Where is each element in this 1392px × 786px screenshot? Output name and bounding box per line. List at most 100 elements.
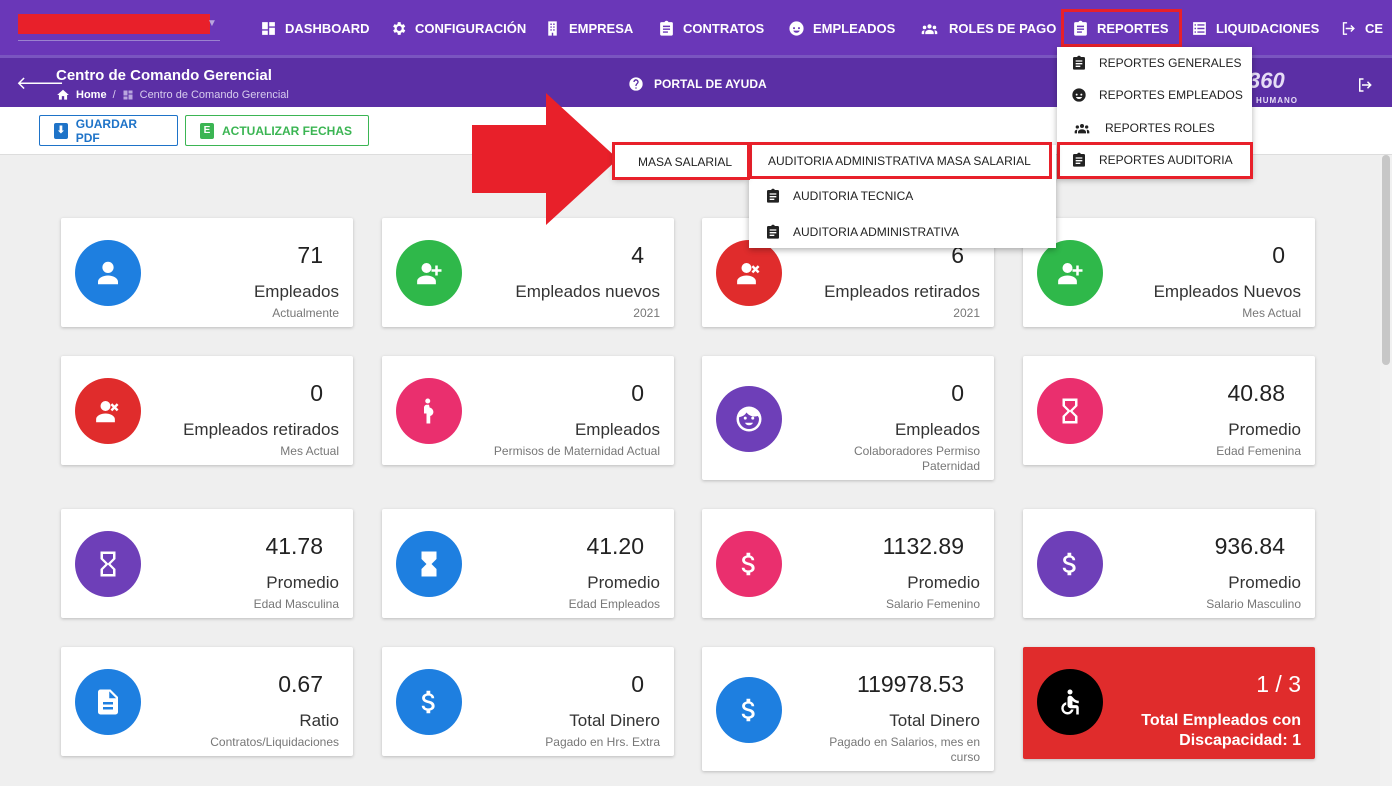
scrollbar[interactable] (1380, 155, 1392, 786)
nav-dashboard-label: DASHBOARD (285, 20, 370, 36)
menu-reportes-roles-label: REPORTES ROLES (1105, 121, 1215, 135)
page-title: Centro de Comando Gerencial (56, 67, 272, 84)
gear-icon (389, 19, 407, 37)
stat-label: Total Dinero (569, 711, 660, 730)
nav-contratos[interactable]: CONTRATOS (657, 17, 764, 39)
menu-reportes-empleados-label: REPORTES EMPLEADOS (1099, 88, 1243, 102)
logo-360-humano: 360 HUMANO (1248, 70, 1298, 111)
scrollbar-thumb[interactable] (1382, 155, 1390, 365)
nav-configuracion[interactable]: CONFIGURACIÓN (389, 17, 526, 39)
stat-label: Promedio (907, 573, 980, 592)
nav-roles-de-pago-label: ROLES DE PAGO (949, 20, 1057, 36)
list-icon (1190, 19, 1208, 37)
stat-sublabel: Pagado en Salarios, mes en curso (829, 735, 980, 764)
nav-configuracion-label: CONFIGURACIÓN (415, 20, 527, 36)
dollar-icon (1037, 531, 1103, 597)
home-icon (56, 88, 70, 102)
person-add-icon (396, 240, 462, 306)
menu-reportes-generales[interactable]: REPORTES GENERALES (1071, 48, 1242, 78)
stat-label: Empleados retirados (183, 420, 339, 439)
stat-value: 40.88 (1227, 380, 1285, 406)
stat-label: Promedio (1228, 573, 1301, 592)
nav-empleados[interactable]: EMPLEADOS (787, 17, 895, 39)
nav-liquidaciones-label: LIQUIDACIONES (1216, 20, 1320, 36)
stat-value: 119978.53 (856, 671, 964, 697)
stat-label: Promedio (266, 573, 339, 592)
nav-empresa[interactable]: EMPRESA (543, 17, 633, 39)
menu-reportes-empleados[interactable]: REPORTES EMPLEADOS (1071, 80, 1243, 110)
menu-auditoria-tecnica[interactable]: AUDITORIA TECNICA (765, 181, 913, 211)
menu-auditoria-tecnica-label: AUDITORIA TECNICA (793, 189, 914, 203)
hourglass-empty-icon (75, 531, 141, 597)
group-icon (1071, 120, 1093, 136)
update-dates-label: ACTUALIZAR FECHAS (222, 123, 352, 138)
help-portal-label: PORTAL DE AYUDA (654, 77, 767, 91)
pregnant-icon (396, 378, 462, 444)
nav-roles-de-pago[interactable]: ROLES DE PAGO (917, 17, 1056, 39)
stat-value: 0.67 (278, 671, 323, 697)
hourglass-empty-icon (1037, 378, 1103, 444)
stat-value: 4 (631, 242, 644, 268)
stat-card: 4 Empleados nuevos 2021 (382, 218, 674, 327)
breadcrumb-home[interactable]: Home (76, 89, 107, 101)
menu-reportes-roles[interactable]: REPORTES ROLES (1071, 113, 1215, 143)
save-pdf-label: GUARDAR PDF (75, 116, 138, 145)
reportes-highlight (1061, 9, 1182, 47)
stat-sublabel: Contratos/Liquidaciones (210, 735, 339, 749)
person-add-icon (1037, 240, 1103, 306)
menu-auditoria-administrativa[interactable]: AUDITORIA ADMINISTRATIVA (765, 217, 959, 247)
menu-auditoria-administrativa-label: AUDITORIA ADMINISTRATIVA (793, 225, 960, 239)
group-icon (917, 19, 941, 37)
stat-label: Empleados (574, 420, 660, 439)
stat-card: 71 Empleados Actualmente (61, 218, 353, 327)
nav-liquidaciones[interactable]: LIQUIDACIONES (1190, 17, 1319, 39)
clipboard-icon (1071, 55, 1087, 71)
nav-empleados-label: EMPLEADOS (813, 20, 896, 36)
nav-empresa-label: EMPRESA (569, 20, 634, 36)
breadcrumb: Home / Centro de Comando Gerencial (56, 88, 289, 102)
stat-sublabel: Edad Femenina (1216, 444, 1301, 458)
stat-value: 41.78 (265, 533, 323, 559)
stat-sublabel: Edad Masculina (253, 597, 339, 611)
document-icon (75, 669, 141, 735)
child-face-icon (716, 386, 782, 452)
nav-dashboard[interactable]: DASHBOARD (259, 17, 370, 39)
stat-card: 0.67 Ratio Contratos/Liquidaciones (61, 647, 353, 756)
stat-card: 0 Empleados Permisos de Maternidad Actual (382, 356, 674, 465)
stat-value: 0 (1272, 242, 1285, 268)
stat-sublabel: Actualmente (272, 306, 339, 320)
stat-card: 0 Empleados Colaboradores Permiso Paternid… (702, 356, 994, 480)
stat-sublabel: Mes Actual (280, 444, 339, 458)
clipboard-icon (765, 224, 781, 240)
stat-label: Ratio (299, 711, 339, 730)
pdf-icon: ⬇ (54, 122, 68, 139)
redacted-company-name (18, 14, 210, 34)
stat-card: 41.20 Promedio Edad Empleados (382, 509, 674, 618)
stat-sublabel: Permisos de Maternidad Actual (493, 444, 660, 458)
stat-value: 936.84 (1214, 533, 1285, 559)
nav-cerrar[interactable]: CE (1339, 17, 1392, 39)
stat-card: 41.78 Promedio Edad Masculina (61, 509, 353, 618)
stat-value: 41.20 (586, 533, 644, 559)
stat-card: 119978.53 Total Dinero Pagado en Salarios,… (702, 647, 994, 771)
stat-label: Empleados nuevos (515, 282, 660, 301)
stat-label: Empleados retirados (824, 282, 980, 301)
person-remove-icon (716, 240, 782, 306)
wheelchair-icon (1037, 669, 1103, 735)
help-portal-link[interactable]: PORTAL DE AYUDA (628, 76, 767, 92)
stat-sublabel: Mes Actual (1242, 306, 1301, 320)
clipboard-icon (765, 188, 781, 204)
stat-label: Empleados (894, 420, 980, 439)
company-dropdown-caret-icon[interactable]: ▼ (207, 18, 217, 29)
stat-sublabel: 2021 (633, 306, 660, 320)
stat-value: 0 (951, 380, 964, 406)
update-dates-button[interactable]: E ACTUALIZAR FECHAS (185, 115, 369, 146)
stat-card: 936.84 Promedio Salario Masculino (1023, 509, 1315, 618)
stat-label: Empleados (253, 282, 339, 301)
logout-icon (1339, 19, 1357, 37)
dashboard-icon (259, 19, 277, 37)
save-pdf-button[interactable]: ⬇ GUARDAR PDF (39, 115, 178, 146)
logout-icon[interactable] (1356, 76, 1374, 99)
nav-cerrar-label: CE (1365, 20, 1384, 36)
stat-sublabel: Salario Masculino (1206, 597, 1301, 611)
